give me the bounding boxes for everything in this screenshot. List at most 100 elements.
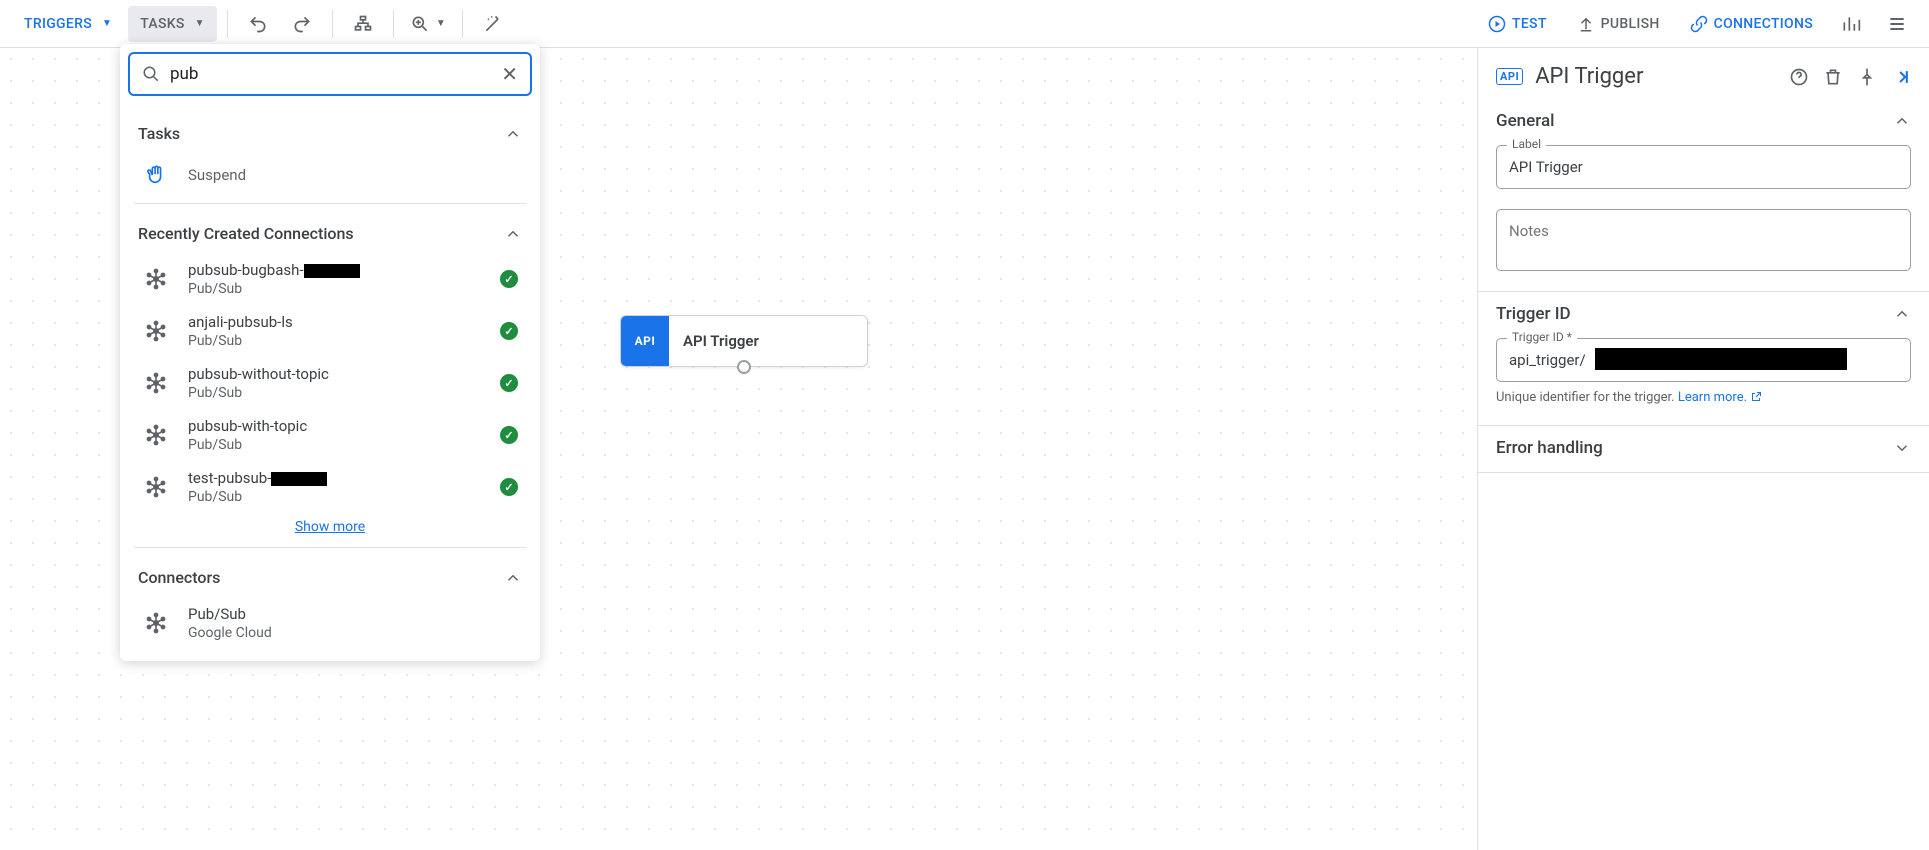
node-output-port[interactable]	[737, 360, 751, 374]
divider	[1478, 472, 1929, 473]
learn-more-link[interactable]: Learn more.	[1678, 390, 1762, 405]
field-label-text: Label	[1507, 137, 1546, 151]
status-ok-icon: ✓	[500, 270, 518, 288]
redacted-text	[271, 472, 327, 486]
separator	[332, 10, 333, 38]
separator	[393, 10, 394, 38]
zoom-dropdown[interactable]: ▼	[404, 4, 452, 44]
connection-name: pubsub-with-topic	[188, 417, 482, 435]
hand-icon	[142, 161, 170, 189]
show-more-link[interactable]: Show more	[134, 513, 526, 541]
toolbar: TRIGGERS ▼ TASKS ▼ ▼ TEST	[0, 0, 1929, 48]
undo-button[interactable]	[238, 4, 278, 44]
side-panel: API API Trigger General Label Trigger ID…	[1477, 48, 1929, 850]
triggers-dropdown[interactable]: TRIGGERS ▼	[12, 6, 124, 42]
menu-button[interactable]	[1877, 4, 1917, 44]
connection-item[interactable]: anjali-pubsub-ls Pub/Sub ✓	[134, 305, 526, 357]
chevron-up-icon	[1893, 112, 1911, 130]
notes-field[interactable]	[1496, 209, 1911, 271]
divider	[1478, 291, 1929, 292]
clear-search-button[interactable]: ✕	[497, 58, 522, 90]
status-ok-icon: ✓	[500, 322, 518, 340]
connector-name: Pub/Sub	[188, 605, 518, 623]
connections-label: CONNECTIONS	[1714, 16, 1813, 32]
section-connectors-label: Connectors	[138, 568, 220, 587]
hub-icon	[142, 609, 170, 637]
tasks-dropdown[interactable]: TASKS ▼	[128, 6, 217, 42]
connection-item[interactable]: test-pubsub-Pub/Sub✓	[134, 461, 526, 513]
chevron-up-icon	[1893, 305, 1911, 323]
triggerid-helper: Unique identifier for the trigger. Learn…	[1496, 390, 1911, 405]
label-field[interactable]: Label	[1496, 145, 1911, 189]
panel-badge: API	[1496, 68, 1523, 85]
search-icon	[142, 65, 160, 83]
chevron-down-icon: ▼	[195, 18, 205, 29]
section-general-label: General	[1496, 111, 1554, 131]
chevron-down-icon: ▼	[436, 18, 446, 29]
connection-item[interactable]: pubsub-without-topic Pub/Sub ✓	[134, 357, 526, 409]
hub-icon	[142, 265, 170, 293]
connection-name: pubsub-without-topic	[188, 365, 482, 383]
divider	[134, 203, 526, 204]
wand-button[interactable]	[473, 4, 513, 44]
section-recent-label: Recently Created Connections	[138, 224, 354, 243]
chevron-up-icon	[504, 125, 522, 143]
divider	[134, 547, 526, 548]
status-ok-icon: ✓	[500, 426, 518, 444]
hub-icon	[142, 369, 170, 397]
connector-item[interactable]: Pub/Sub Google Cloud	[134, 597, 526, 649]
hub-icon	[142, 317, 170, 345]
pin-button[interactable]	[1857, 67, 1877, 87]
section-tasks-header[interactable]: Tasks	[134, 114, 526, 153]
notes-input[interactable]	[1497, 210, 1910, 266]
stats-button[interactable]	[1831, 4, 1871, 44]
section-connectors-header[interactable]: Connectors	[134, 558, 526, 597]
search-box[interactable]: ✕	[128, 52, 532, 96]
connection-item[interactable]: pubsub-with-topic Pub/Sub ✓	[134, 409, 526, 461]
connection-type: Pub/Sub	[188, 437, 482, 453]
upload-icon	[1577, 15, 1595, 33]
connector-vendor: Google Cloud	[188, 625, 518, 641]
panel-title: API Trigger	[1535, 64, 1777, 89]
section-general-header[interactable]: General	[1496, 111, 1911, 131]
connection-type: Pub/Sub	[188, 333, 482, 349]
section-triggerid-header[interactable]: Trigger ID	[1496, 304, 1911, 324]
task-item-suspend[interactable]: Suspend	[134, 153, 526, 197]
connection-name: pubsub-bugbash-	[188, 261, 482, 279]
layout-button[interactable]	[343, 4, 383, 44]
section-error-handling-header[interactable]: Error handling	[1496, 438, 1911, 458]
status-ok-icon: ✓	[500, 478, 518, 496]
redacted-text	[1595, 348, 1847, 370]
connection-type: Pub/Sub	[188, 385, 482, 401]
hub-icon	[142, 473, 170, 501]
label-input[interactable]	[1497, 146, 1910, 188]
triggerid-field[interactable]: Trigger ID *	[1496, 338, 1911, 382]
play-icon	[1488, 15, 1506, 33]
link-icon	[1690, 15, 1708, 33]
help-button[interactable]	[1789, 67, 1809, 87]
search-input[interactable]	[170, 64, 497, 84]
connection-name: anjali-pubsub-ls	[188, 313, 482, 331]
delete-button[interactable]	[1823, 67, 1843, 87]
redacted-text	[304, 264, 360, 278]
connection-name: test-pubsub-	[188, 469, 482, 487]
section-recent-header[interactable]: Recently Created Connections	[134, 214, 526, 253]
separator	[227, 10, 228, 38]
node-badge: API	[621, 316, 669, 366]
redo-button[interactable]	[282, 4, 322, 44]
triggers-label: TRIGGERS	[24, 16, 92, 32]
test-button[interactable]: TEST	[1476, 6, 1559, 42]
section-triggerid-label: Trigger ID	[1496, 304, 1571, 324]
status-ok-icon: ✓	[500, 374, 518, 392]
connection-item[interactable]: pubsub-bugbash- Pub/Sub ✓	[134, 253, 526, 305]
chevron-up-icon	[504, 225, 522, 243]
connection-type: Pub/Sub	[188, 281, 482, 297]
collapse-panel-button[interactable]	[1891, 67, 1911, 87]
chevron-up-icon	[504, 569, 522, 587]
publish-button[interactable]: PUBLISH	[1565, 6, 1672, 42]
hub-icon	[142, 421, 170, 449]
section-tasks-label: Tasks	[138, 124, 180, 143]
canvas-node-api-trigger[interactable]: API API Trigger	[620, 315, 868, 367]
separator	[462, 10, 463, 38]
connections-button[interactable]: CONNECTIONS	[1678, 6, 1825, 42]
